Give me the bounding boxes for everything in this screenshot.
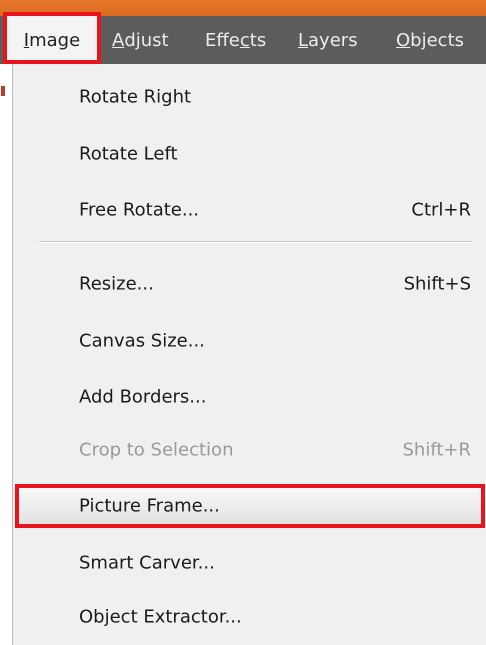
menu-item-label: Free Rotate...	[79, 199, 200, 221]
menu-layers[interactable]: Layers	[298, 16, 358, 64]
menu-adjust-accel: A	[112, 29, 125, 51]
menu-item-rotate-right[interactable]: Rotate Right	[13, 72, 486, 122]
image-menu-dropdown: Rotate Right Rotate Left Free Rotate... …	[13, 64, 486, 645]
menu-effects-rest: ts	[249, 29, 267, 51]
menu-item-crop-to-selection: Crop to Selection Shift+R	[13, 425, 486, 475]
menu-separator	[39, 241, 472, 243]
menu-item-label: Resize...	[79, 273, 154, 295]
menu-layers-rest: ayers	[308, 29, 358, 51]
menu-adjust[interactable]: Adjust	[112, 16, 169, 64]
menu-layers-accel: L	[298, 29, 309, 51]
menu-item-label: Rotate Right	[79, 86, 192, 108]
menu-item-free-rotate[interactable]: Free Rotate... Ctrl+R	[13, 185, 486, 235]
menu-item-smart-carver[interactable]: Smart Carver...	[13, 538, 486, 588]
menu-item-label: Rotate Left	[79, 143, 178, 165]
menu-item-picture-frame[interactable]: Picture Frame...	[13, 481, 486, 531]
background-window-edge	[0, 64, 13, 645]
menu-adjust-rest: djust	[124, 29, 169, 51]
menu-item-label: Smart Carver...	[79, 552, 215, 574]
menu-item-shortcut: Shift+S	[403, 273, 471, 295]
menu-objects-rest: bjects	[410, 29, 465, 51]
menu-item-shortcut: Ctrl+R	[411, 199, 471, 221]
menu-item-shortcut: Shift+R	[402, 439, 471, 461]
menu-effects-accel: c	[239, 29, 250, 51]
menu-item-rotate-left[interactable]: Rotate Left	[13, 129, 486, 179]
menu-item-resize[interactable]: Resize... Shift+S	[13, 259, 486, 309]
menu-image[interactable]: Image	[6, 16, 98, 64]
menu-item-canvas-size[interactable]: Canvas Size...	[13, 316, 486, 366]
app-window: Image Adjust Effe c ts Layers Objects Rota…	[0, 0, 486, 645]
menu-effects-pre: Effe	[205, 29, 240, 51]
menu-item-label: Object Extractor...	[79, 606, 242, 628]
menu-objects[interactable]: Objects	[396, 16, 464, 64]
background-marker	[1, 86, 5, 96]
menu-objects-accel: O	[396, 29, 411, 51]
title-bar-accent	[0, 0, 486, 16]
menu-item-label: Crop to Selection	[79, 439, 234, 461]
menu-item-label: Canvas Size...	[79, 330, 205, 352]
menu-bar: Image Adjust Effe c ts Layers Objects	[0, 16, 486, 64]
menu-item-label: Picture Frame...	[79, 495, 220, 517]
menu-effects[interactable]: Effe c ts	[205, 16, 266, 64]
menu-item-add-borders[interactable]: Add Borders...	[13, 372, 486, 422]
menu-item-object-extractor[interactable]: Object Extractor...	[13, 592, 486, 642]
menu-item-label: Add Borders...	[79, 386, 207, 408]
menu-image-rest: mage	[29, 29, 81, 51]
